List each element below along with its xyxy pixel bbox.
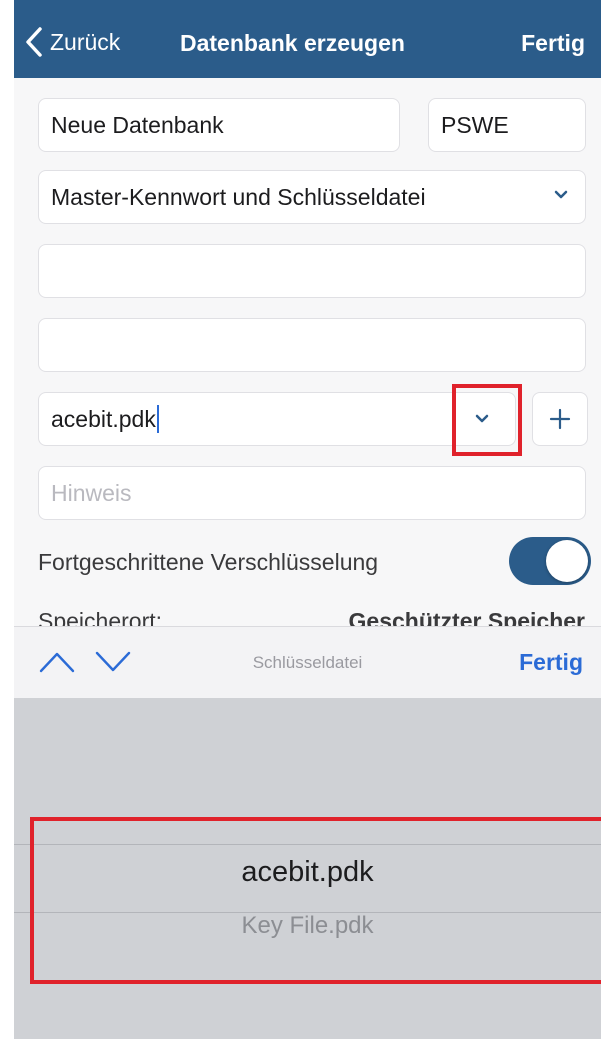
storage-location-label: Speicherort: (38, 608, 163, 626)
chevron-left-icon (26, 27, 42, 57)
database-name-field[interactable]: Neue Datenbank (38, 98, 400, 152)
keyboard-accessory-toolbar: Schlüsseldatei Fertig (14, 626, 601, 698)
advanced-encryption-toggle[interactable] (509, 537, 591, 585)
database-short-value: PSWE (441, 111, 509, 138)
database-short-field[interactable]: PSWE (428, 98, 586, 152)
toolbar-done-button[interactable]: Fertig (519, 649, 583, 676)
storage-location-row[interactable]: Speicherort: Geschützter Speicher (14, 604, 601, 626)
database-name-value: Neue Datenbank (51, 111, 224, 138)
protection-mode-value: Master-Kennwort und Schlüsseldatei (51, 183, 426, 210)
password-repeat-field[interactable] (38, 318, 586, 372)
toggle-knob (546, 540, 588, 582)
toolbar-title: Schlüsseldatei (252, 653, 363, 672)
hint-placeholder: Hinweis (51, 479, 132, 506)
plus-icon (549, 408, 571, 430)
keyfile-field[interactable]: acebit.pdk (38, 392, 516, 446)
navigation-bar: Zurück Datenbank erzeugen Fertig (14, 0, 601, 78)
chevron-down-icon (554, 190, 568, 199)
back-label: Zurück (50, 28, 121, 55)
done-button[interactable]: Fertig (521, 30, 585, 57)
storage-location-value: Geschützter Speicher (348, 608, 585, 626)
add-keyfile-button[interactable] (532, 392, 588, 446)
text-cursor (156, 405, 159, 433)
keyfile-value: acebit.pdk (51, 405, 156, 432)
page-title: Datenbank erzeugen (180, 30, 405, 56)
advanced-encryption-label: Fortgeschrittene Verschlüsselung (38, 549, 379, 575)
hint-field[interactable]: Hinweis (38, 466, 586, 520)
protection-mode-select[interactable]: Master-Kennwort und Schlüsseldatei (38, 170, 586, 224)
password-field[interactable] (38, 244, 586, 298)
back-button[interactable]: Zurück (24, 22, 120, 62)
annotation-highlight-dropdown (452, 384, 522, 456)
annotation-highlight-picker (30, 817, 601, 984)
